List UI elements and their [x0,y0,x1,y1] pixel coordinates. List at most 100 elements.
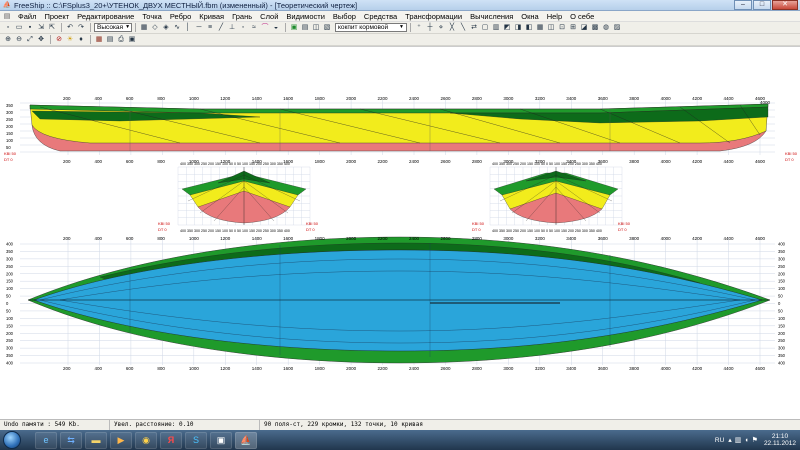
flowlines-icon[interactable]: ≈ [249,23,259,33]
explorer-icon[interactable]: ▬ [85,431,107,449]
menu-help[interactable]: Help [543,12,566,21]
develop-icon[interactable]: ▨ [612,23,622,33]
table-icon[interactable]: ▦ [94,35,104,45]
ie-icon[interactable]: e [35,431,57,449]
waterlines-icon[interactable]: ≡ [205,23,215,33]
menu-curve[interactable]: Кривая [195,12,228,21]
menu-file[interactable]: Файл [14,12,40,21]
network-icon[interactable]: ▥ [735,436,742,444]
unlock-icon[interactable]: ◫ [546,23,556,33]
collapse-point-icon[interactable]: ⋄ [436,23,446,33]
normals-icon[interactable]: ⊥ [227,23,237,33]
add-point-icon[interactable]: ⁺ [414,23,424,33]
select-all-icon[interactable]: ◨ [513,23,523,33]
menu-calculations[interactable]: Вычисления [466,12,517,21]
delete-layer-icon[interactable]: ▧ [322,23,332,33]
lock-icon[interactable]: ▦ [535,23,545,33]
pin-icon[interactable]: ♦ [76,35,86,45]
link-icon[interactable]: ⊡ [557,23,567,33]
zoom-in-icon[interactable]: ⊕ [3,35,13,45]
wire-icon[interactable]: ⊞ [568,23,578,33]
start-button[interactable] [3,431,21,449]
print-icon[interactable]: ⎙ [116,35,126,45]
crease-icon[interactable]: ╲ [458,23,468,33]
layer-visibility-icon[interactable]: ◫ [311,23,321,33]
curvature-icon[interactable]: ∿ [172,23,182,33]
menu-edge[interactable]: Ребро [166,12,195,21]
shade-icon[interactable]: ◪ [579,23,589,33]
media-icon[interactable]: ▶ [110,431,132,449]
precision-select[interactable]: Высокая ▼ [94,23,132,32]
menu-project[interactable]: Проект [40,12,73,21]
x-tick-label: 1200 [220,96,231,101]
redo-icon[interactable]: ↷ [76,23,86,33]
hydrostatics-icon[interactable]: ◒ [271,23,281,33]
no-entry-icon[interactable]: ⊘ [54,35,64,45]
x-tick-label: 1600 [283,366,294,371]
gauss-icon[interactable]: ◍ [601,23,611,33]
zebra-icon[interactable]: ▩ [590,23,600,33]
flag-icon[interactable]: ⚑ [752,436,758,444]
lines-plan-drawing[interactable]: 200 400 600 800 1000 1200 1400 1600 1800 2000 2200… [0,47,800,420]
section-left-ticks-top: 400 350 300 250 200 150 100 50 0 50 100 … [180,162,290,166]
markers-icon[interactable]: ◦ [238,23,248,33]
teamviewer-icon[interactable]: ⇆ [60,431,82,449]
volume-icon[interactable]: ◖ [744,437,748,444]
menu-visibility[interactable]: Видимости [282,12,328,21]
yandex-icon[interactable]: Я [160,431,182,449]
menu-face[interactable]: Грань [228,12,256,21]
freeship-icon[interactable]: ⛵ [235,431,257,449]
curve-icon[interactable]: ⌒ [260,23,270,33]
interior-edges-icon[interactable]: ◈ [161,23,171,33]
mirror-face-icon[interactable]: ◩ [502,23,512,33]
export-image-icon[interactable]: ▣ [127,35,137,45]
zoom-extents-icon[interactable]: ⤢ [25,35,35,45]
x-tick-label: 4000 [661,236,672,241]
grid-view-icon[interactable]: ▦ [139,23,149,33]
x-tick-label: 2000 [346,96,357,101]
skype-icon[interactable]: S [185,431,207,449]
save-icon[interactable]: ▪ [25,23,35,33]
menu-edit[interactable]: Редактирование [73,12,138,21]
menu-selection[interactable]: Выбор [329,12,360,21]
deselect-icon[interactable]: ◧ [524,23,534,33]
swap-edge-icon[interactable]: ⇄ [469,23,479,33]
open-folder-icon[interactable]: ▭ [14,23,24,33]
pan-icon[interactable]: ✥ [36,35,46,45]
zoom-out-icon[interactable]: ⊖ [14,35,24,45]
calculator-icon[interactable]: ▤ [105,35,115,45]
menu-tools[interactable]: Средства [360,12,401,21]
tray-arrow-icon[interactable]: ▴ [728,436,732,444]
minimize-icon[interactable]: – [734,0,752,10]
new-face-icon[interactable]: ▢ [480,23,490,33]
undo-icon[interactable]: ↶ [65,23,75,33]
diagonals-icon[interactable]: ╱ [216,23,226,33]
flip-face-icon[interactable]: ▥ [491,23,501,33]
maximize-icon[interactable]: □ [753,0,771,10]
layer-properties-icon[interactable]: ▤ [300,23,310,33]
menu-windows[interactable]: Окна [517,12,542,21]
terminal-icon[interactable]: ▣ [210,431,232,449]
clock[interactable]: 21:10 22.11.2012 [764,433,796,447]
control-net-icon[interactable]: ◇ [150,23,160,33]
export-icon[interactable]: ⇱ [47,23,57,33]
split-edge-icon[interactable]: ╳ [447,23,457,33]
menu-layer[interactable]: Слой [256,12,282,21]
stations-icon[interactable]: │ [183,23,193,33]
import-icon[interactable]: ⇲ [36,23,46,33]
layer-select[interactable]: кокпит кормовой ▼ [335,23,407,32]
browser-icon[interactable]: ◉ [135,431,157,449]
y-tick-label: 0 [778,301,781,306]
buttocks-icon[interactable]: ─ [194,23,204,33]
language-indicator[interactable]: RU [715,437,724,444]
menu-transform[interactable]: Трансформации [401,12,466,21]
insert-edge-icon[interactable]: ┼ [425,23,435,33]
close-icon[interactable]: ✕ [772,0,798,10]
new-layer-icon[interactable]: ▣ [289,23,299,33]
light-bulb-icon[interactable]: ☀ [65,35,75,45]
lines-plan-canvas[interactable]: 200 400 600 800 1000 1200 1400 1600 1800 2000 2200… [0,46,800,419]
new-file-icon[interactable]: ▫ [3,23,13,33]
menu-about[interactable]: О себе [566,12,598,21]
y-tick-label: 300 [778,256,786,261]
menu-point[interactable]: Точка [138,12,166,21]
